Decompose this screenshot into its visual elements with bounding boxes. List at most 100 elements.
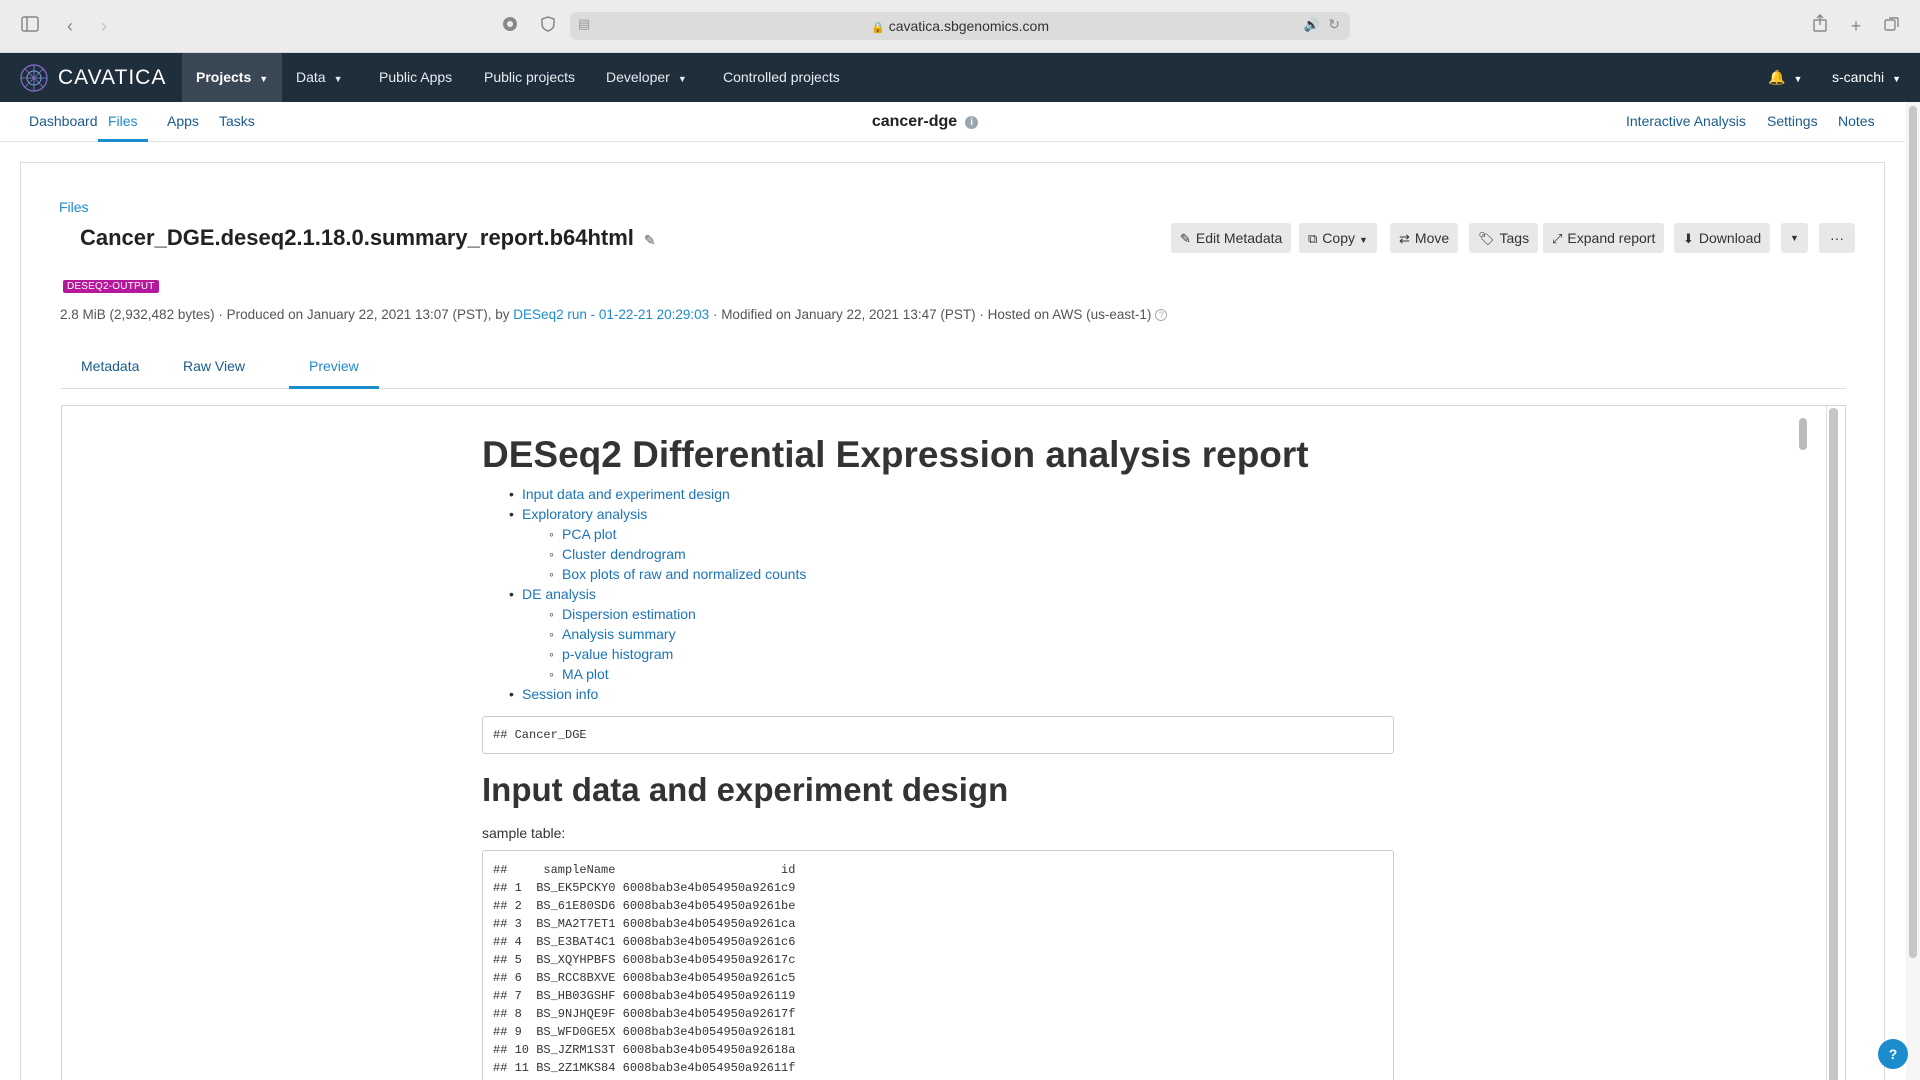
file-tag-badge[interactable]: DESEQ2-OUTPUT (63, 280, 159, 293)
code-line: ## 10 BS_JZRM1S3T 6008bab3e4b054950a9261… (493, 1043, 796, 1057)
task-link[interactable]: DESeq2 run - 01-22-21 20:29:03 (513, 307, 709, 322)
tab-raw-view[interactable]: Raw View (163, 347, 265, 389)
reload-icon[interactable]: ↻ (1328, 16, 1340, 33)
toc-label: p-value histogram (562, 646, 674, 662)
extension-icon[interactable] (498, 14, 522, 38)
nav-projects[interactable]: Projects ▼ (182, 53, 283, 102)
more-icon: ··· (1830, 230, 1844, 246)
toc-link[interactable]: ◦ Box plots of raw and normalized counts (549, 566, 806, 582)
code-line: ## 11 BS_2Z1MKS84 6008bab3e4b054950a9261… (493, 1061, 796, 1075)
report-title: DESeq2 Differential Expression analysis … (482, 434, 1309, 475)
toc-link[interactable]: ◦ p-value histogram (549, 646, 674, 662)
subnav-interactive-analysis[interactable]: Interactive Analysis (1626, 102, 1746, 142)
code-line: ## 9 BS_WFD0GE5X 6008bab3e4b054950a92618… (493, 1025, 796, 1039)
lock-icon: 🔒 (871, 22, 885, 34)
toc-link[interactable]: ◦ Analysis summary (549, 626, 676, 642)
file-tabs: Metadata Raw View Preview (61, 347, 1846, 389)
more-actions-button[interactable]: ··· (1819, 223, 1855, 253)
circle-bullet-icon: ◦ (549, 606, 554, 622)
code-line: ## 3 BS_MA2T7ET1 6008bab3e4b054950a9261c… (493, 917, 796, 931)
button-label: Copy (1322, 230, 1355, 246)
toc-link[interactable]: ◦ MA plot (549, 666, 609, 682)
toc-label: Input data and experiment design (522, 486, 730, 502)
code-line: ## 1 BS_EK5PCKY0 6008bab3e4b054950a9261c… (493, 881, 796, 895)
pencil-icon[interactable]: ✎ (644, 232, 656, 248)
code-line: ## 7 BS_HB03GSHF 6008bab3e4b054950a92611… (493, 989, 796, 1003)
page-scrollbar[interactable] (1906, 102, 1920, 1080)
code-line: ## sampleName id (493, 863, 796, 877)
code-line: ## Cancer_DGE (493, 728, 587, 742)
caret-down-icon: ▼ (1358, 235, 1368, 245)
download-options-button[interactable]: ▼ (1781, 223, 1808, 253)
new-tab-icon[interactable]: + (1844, 14, 1868, 38)
toc-link[interactable]: • Exploratory analysis (509, 506, 647, 522)
sidebar-icon[interactable] (18, 14, 42, 38)
toc-label: Cluster dendrogram (562, 546, 686, 562)
report-scrollbar-thumb[interactable] (1799, 418, 1807, 450)
button-label: Tags (1499, 230, 1530, 246)
project-subnav: Dashboard Files Apps Tasks cancer-dge i I… (0, 102, 1905, 142)
tags-button[interactable]: 🏷 Tags (1469, 223, 1539, 253)
copy-button[interactable]: ⧉ Copy ▼ (1299, 223, 1377, 253)
button-label: Move (1414, 230, 1450, 246)
file-metadata-line: 2.8 MiB (2,932,482 bytes) · Produced on … (60, 307, 1168, 322)
forward-icon[interactable]: › (92, 14, 116, 38)
code-line: ## 2 BS_61E80SD6 6008bab3e4b054950a9261b… (493, 899, 796, 913)
bullet-icon: • (509, 686, 514, 702)
help-button[interactable]: ? (1878, 1039, 1908, 1069)
help-circle-icon[interactable]: ? (1155, 309, 1168, 321)
nav-label: Public Apps (379, 69, 453, 85)
sample-table-code-block: ## sampleName id ## 1 BS_EK5PCKY0 6008ba… (482, 850, 1394, 1080)
tab-preview[interactable]: Preview (289, 347, 379, 389)
expand-report-button[interactable]: ⤢ Expand report (1543, 223, 1665, 253)
tabs-overview-icon[interactable] (1880, 14, 1904, 38)
code-block: ## Cancer_DGE (482, 716, 1394, 754)
notifications-button[interactable]: 🔔 ▼ (1768, 53, 1802, 102)
nav-label: Public projects (484, 69, 576, 85)
user-menu[interactable]: s-canchi ▼ (1832, 53, 1901, 102)
report-scrollbar[interactable] (1798, 418, 1808, 1080)
address-bar[interactable]: ▤ 🔒 cavatica.sbgenomics.com 🔊 ↻ (570, 12, 1350, 40)
preview-scrollbar[interactable] (1826, 406, 1840, 1080)
code-line: ## 5 BS_XQYHPBFS 6008bab3e4b054950a92617… (493, 953, 796, 967)
code-line: ## 8 BS_9NJHQE9F 6008bab3e4b054950a92617… (493, 1007, 796, 1021)
file-name: Cancer_DGE.deseq2.1.18.0.summary_report.… (80, 225, 634, 250)
toc-link[interactable]: ◦ Cluster dendrogram (549, 546, 686, 562)
nav-public-apps[interactable]: Public Apps (365, 53, 466, 102)
download-button[interactable]: ⬇ Download (1674, 223, 1771, 253)
back-icon[interactable]: ‹ (58, 14, 82, 38)
toc-label: DE analysis (522, 586, 596, 602)
breadcrumb-files[interactable]: Files (59, 199, 89, 215)
info-icon[interactable]: i (965, 116, 979, 129)
share-icon[interactable] (1808, 14, 1832, 38)
move-button[interactable]: ⇄ Move (1390, 223, 1459, 253)
nav-controlled-projects[interactable]: Controlled projects (709, 53, 854, 102)
nav-data[interactable]: Data ▼ (282, 53, 357, 102)
subnav-notes[interactable]: Notes (1838, 102, 1875, 142)
preview-scrollbar-thumb[interactable] (1829, 408, 1838, 1080)
bell-icon: 🔔 (1768, 69, 1786, 85)
hosted-text: Hosted on AWS (us-east-1) (987, 307, 1152, 322)
brand-name: CAVATICA (58, 66, 167, 89)
toc-link[interactable]: ◦ PCA plot (549, 526, 616, 542)
shield-icon[interactable] (536, 14, 560, 38)
nav-developer[interactable]: Developer ▼ (592, 53, 701, 102)
tab-metadata[interactable]: Metadata (61, 347, 159, 389)
url-text: cavatica.sbgenomics.com (888, 18, 1049, 34)
report-preview-frame[interactable]: DESeq2 Differential Expression analysis … (61, 405, 1846, 1080)
nav-public-projects[interactable]: Public projects (470, 53, 589, 102)
toc-link[interactable]: • Session info (509, 686, 598, 702)
subnav-settings[interactable]: Settings (1767, 102, 1818, 142)
page-scrollbar-thumb[interactable] (1909, 106, 1917, 958)
toc-link[interactable]: ◦ Dispersion estimation (549, 606, 696, 622)
button-label: Edit Metadata (1195, 230, 1283, 246)
edit-metadata-button[interactable]: ✎ Edit Metadata (1171, 223, 1292, 253)
project-name: cancer-dge (871, 113, 958, 130)
toc-link[interactable]: • DE analysis (509, 586, 596, 602)
speaker-icon[interactable]: 🔊 (1304, 17, 1320, 33)
section-heading: Input data and experiment design (482, 771, 1009, 808)
circle-bullet-icon: ◦ (549, 546, 554, 562)
file-details-panel: Files Cancer_DGE.deseq2.1.18.0.summary_r… (20, 162, 1885, 1080)
toc-link[interactable]: • Input data and experiment design (509, 486, 730, 502)
cavatica-logo[interactable]: CAVATICA (18, 61, 166, 95)
